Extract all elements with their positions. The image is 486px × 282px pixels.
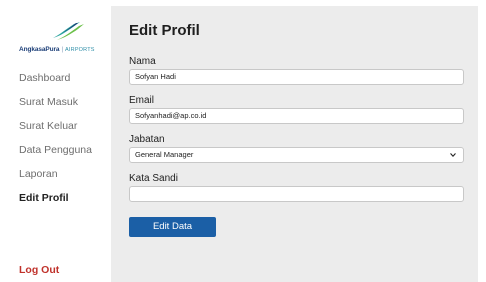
app-window: AngkasaPura | AIRPORTS Dashboard Surat Mas…: [0, 0, 486, 282]
email-label: Email: [129, 95, 155, 106]
brand-logo: AngkasaPura | AIRPORTS: [19, 21, 111, 54]
sidebar-item-data-pengguna[interactable]: Data Pengguna: [19, 144, 92, 156]
email-field[interactable]: Sofyanhadi@ap.co.id: [129, 108, 464, 124]
kata-sandi-label: Kata Sandi: [129, 173, 178, 184]
sidebar-item-dashboard[interactable]: Dashboard: [19, 72, 70, 84]
sidebar-item-edit-profil[interactable]: Edit Profil: [19, 192, 69, 204]
jabatan-label: Jabatan: [129, 134, 165, 145]
brand-separator: |: [61, 46, 64, 53]
logout-link[interactable]: Log Out: [19, 264, 59, 276]
nama-field[interactable]: Sofyan Hadi: [129, 69, 464, 85]
jabatan-selected-value: General Manager: [135, 150, 194, 159]
jabatan-select[interactable]: General Manager: [129, 147, 464, 163]
page-title: Edit Profil: [129, 22, 200, 39]
sidebar-item-surat-keluar[interactable]: Surat Keluar: [19, 120, 77, 132]
sidebar: AngkasaPura | AIRPORTS Dashboard Surat Mas…: [8, 6, 111, 282]
main-panel: Edit Profil Nama Sofyan Hadi Email Sofya…: [111, 6, 478, 282]
angkasa-pura-logo-icon: [53, 22, 84, 40]
brand-name: AngkasaPura: [19, 46, 60, 53]
sidebar-item-laporan[interactable]: Laporan: [19, 168, 58, 180]
kata-sandi-field[interactable]: [129, 186, 464, 202]
edit-data-button[interactable]: Edit Data: [129, 217, 216, 237]
chevron-down-icon: [450, 153, 456, 157]
brand-sub: AIRPORTS: [65, 47, 95, 53]
nama-label: Nama: [129, 56, 156, 67]
sidebar-item-surat-masuk[interactable]: Surat Masuk: [19, 96, 78, 108]
brand-wordmark: AngkasaPura | AIRPORTS: [19, 46, 95, 54]
